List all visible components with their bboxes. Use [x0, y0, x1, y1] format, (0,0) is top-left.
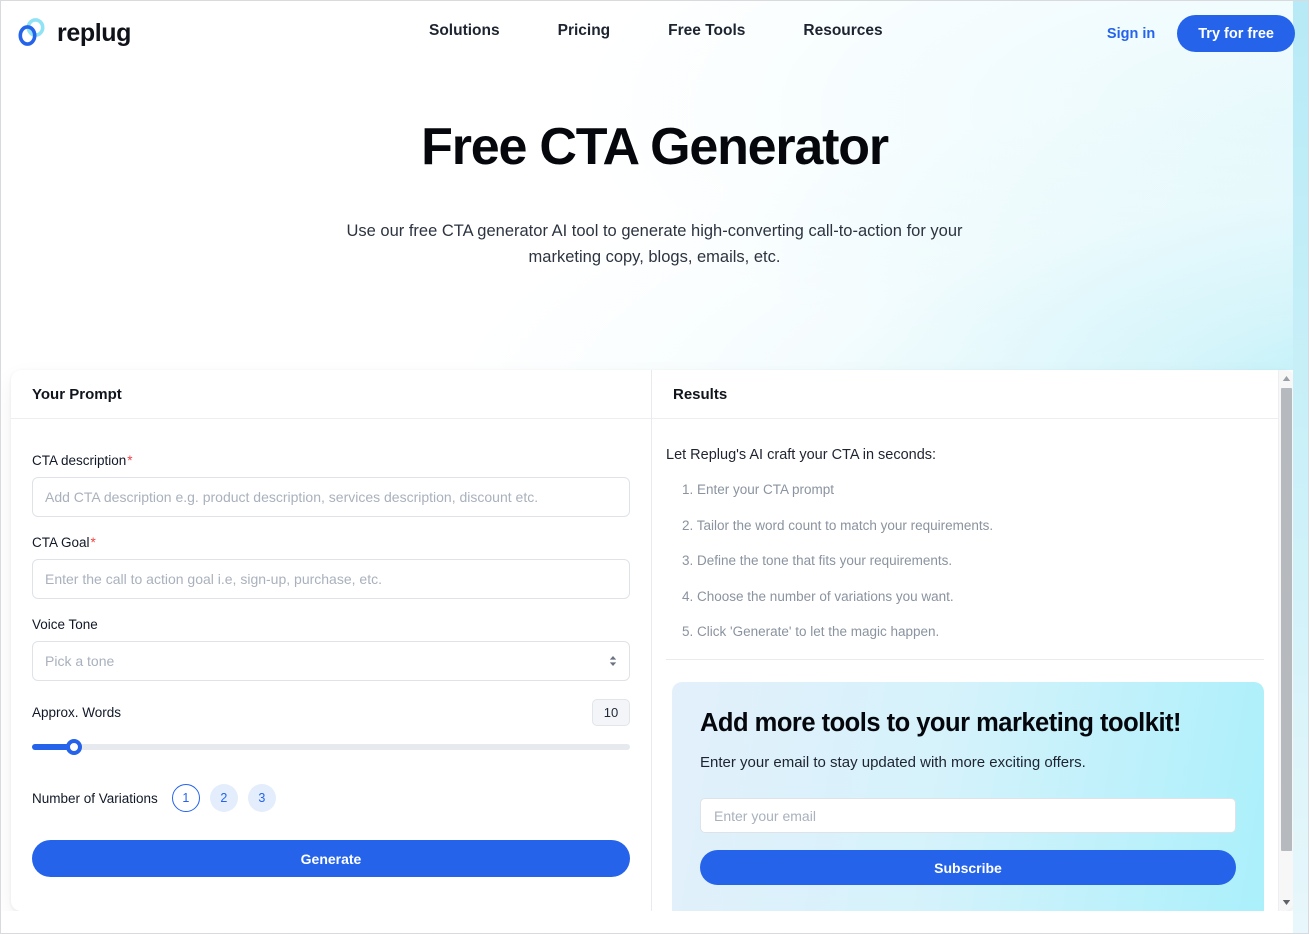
page-title: Free CTA Generator [421, 118, 889, 176]
approx-words-slider[interactable] [32, 739, 630, 755]
variation-option-3[interactable]: 3 [247, 784, 276, 812]
approx-words-value[interactable]: 10 [592, 699, 630, 726]
voice-tone-select[interactable]: Pick a tone [32, 641, 630, 681]
nav-item-resources[interactable]: Resources [803, 22, 882, 40]
newsletter-title: Add more tools to your marketing toolkit… [700, 708, 1182, 737]
voice-tone-selected-value: Pick a tone [45, 653, 115, 669]
brand-logo-link[interactable]: replug [14, 16, 131, 50]
slider-track [32, 744, 630, 750]
approx-words-group: Approx. Words 10 [32, 699, 630, 755]
variation-option-2[interactable]: 2 [209, 784, 238, 812]
prompt-form: CTA description* CTA Goal* Voice Tone Pi… [11, 419, 651, 911]
newsletter-card: Add more tools to your marketing toolkit… [672, 681, 1264, 911]
prompt-pane-header: Your Prompt [11, 370, 651, 419]
list-item: 4. Choose the number of variations you w… [682, 588, 954, 604]
variations-label: Number of Variations [32, 790, 158, 806]
voice-tone-label: Voice Tone [32, 617, 98, 632]
divider [666, 658, 1264, 660]
results-steps-list: 1. Enter your CTA prompt 2. Tailor the w… [666, 481, 1264, 641]
slider-thumb[interactable] [65, 739, 82, 755]
cta-description-input[interactable] [32, 477, 630, 517]
variations-group: Number of Variations 1 2 3 [32, 784, 630, 812]
prompt-pane: Your Prompt CTA description* CTA Goal* [11, 370, 652, 911]
list-item: 1. Enter your CTA prompt [682, 482, 835, 497]
list-item: 2. Tailor the word count to match your r… [682, 517, 994, 533]
cta-goal-label-text: CTA Goal [32, 535, 90, 550]
cta-description-label: CTA description* [32, 453, 630, 468]
page-subtitle: Use our free CTA generator AI tool to ge… [346, 222, 963, 267]
voice-tone-select-wrap: Pick a tone [32, 641, 630, 681]
cta-goal-field-group: CTA Goal* [32, 535, 630, 599]
approx-words-header: Approx. Words 10 [32, 699, 630, 726]
cta-description-label-text: CTA description [32, 453, 127, 468]
page-bottom-area [0, 911, 1309, 934]
scrollbar-thumb[interactable] [1281, 388, 1292, 851]
nav-actions: Sign in Try for free [1103, 15, 1295, 52]
hero-section: Free CTA Generator Use our free CTA gene… [0, 118, 1309, 270]
results-pane: Results Let Replug's AI craft your CTA i… [652, 370, 1294, 911]
sign-in-link[interactable]: Sign in [1103, 26, 1159, 42]
results-pane-header: Results [652, 370, 1294, 419]
scroll-down-arrow-icon[interactable] [1279, 894, 1295, 911]
subscribe-button[interactable]: Subscribe [700, 850, 1236, 886]
brand-name: replug [57, 18, 131, 47]
cta-description-field-group: CTA description* [32, 453, 630, 517]
prompt-pane-title: Your Prompt [32, 385, 122, 403]
replug-logo-icon [14, 16, 48, 50]
nav-item-pricing[interactable]: Pricing [558, 22, 611, 40]
page-viewport: replug Solutions Pricing Free Tools Reso… [0, 0, 1309, 934]
cta-goal-label: CTA Goal* [32, 535, 630, 550]
results-intro-text: Let Replug's AI craft your CTA in second… [666, 447, 937, 463]
results-scrollbar[interactable] [1278, 370, 1294, 911]
list-item: 3. Define the tone that fits your requir… [682, 553, 953, 569]
approx-words-label: Approx. Words [32, 705, 122, 720]
cta-goal-input[interactable] [32, 559, 630, 599]
required-marker: * [90, 535, 96, 550]
tool-card: Your Prompt CTA description* CTA Goal* [11, 370, 1294, 911]
scroll-up-arrow-icon[interactable] [1279, 370, 1295, 387]
voice-tone-field-group: Voice Tone Pick a tone [32, 617, 630, 681]
top-navigation-bar: replug Solutions Pricing Free Tools Reso… [0, 0, 1309, 67]
nav-item-free-tools[interactable]: Free Tools [668, 22, 745, 40]
list-item: 5. Click 'Generate' to let the magic hap… [682, 624, 940, 640]
nav-item-solutions[interactable]: Solutions [429, 22, 500, 40]
results-content: Let Replug's AI craft your CTA in second… [652, 419, 1294, 911]
page-right-edge-gradient [1293, 0, 1309, 934]
newsletter-email-input[interactable] [700, 798, 1236, 834]
variation-option-1[interactable]: 1 [171, 784, 200, 812]
required-marker: * [127, 453, 133, 468]
nav-links: Solutions Pricing Free Tools Resources [429, 22, 883, 40]
generate-button[interactable]: Generate [32, 840, 630, 877]
try-for-free-button[interactable]: Try for free [1177, 15, 1295, 52]
results-pane-title: Results [673, 385, 728, 403]
newsletter-subtitle: Enter your email to stay updated with mo… [700, 754, 1086, 772]
